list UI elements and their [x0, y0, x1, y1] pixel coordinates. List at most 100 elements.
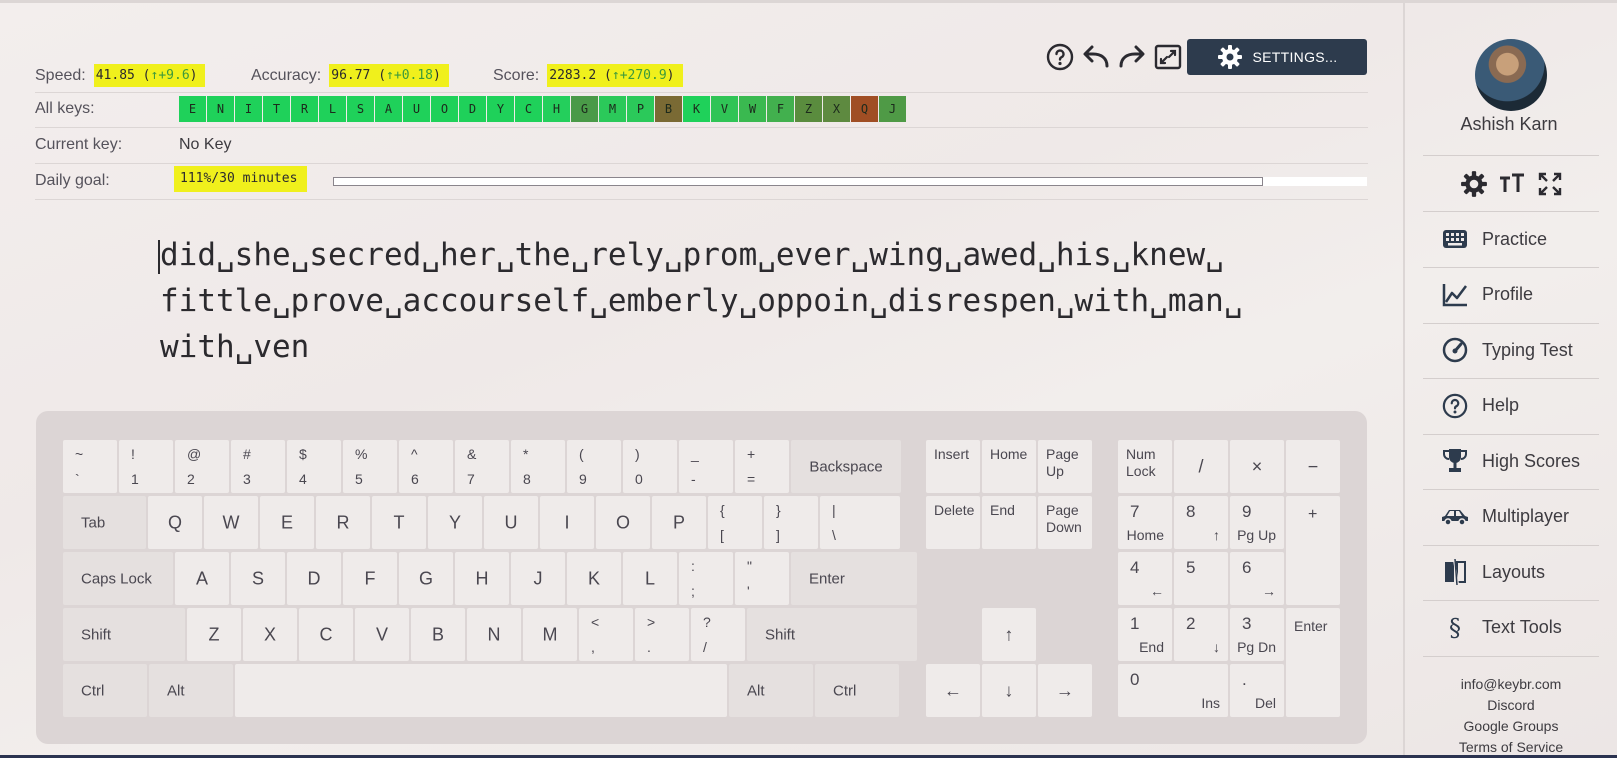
google-groups-link[interactable]: Google Groups [1423, 718, 1599, 734]
key-j[interactable]: J [511, 552, 565, 605]
key-p[interactable]: P [652, 496, 706, 549]
key-h[interactable]: H [455, 552, 509, 605]
sidebar-item-profile[interactable]: Profile [1440, 280, 1533, 310]
numpad-minus-key[interactable]: − [1286, 440, 1340, 493]
avatar[interactable] [1475, 39, 1547, 111]
key-e[interactable]: E [260, 496, 314, 549]
key-a[interactable]: A [175, 552, 229, 605]
expand-icon[interactable] [1534, 168, 1566, 200]
left-alt-key[interactable]: Alt [149, 664, 233, 717]
numpad-n3-key[interactable]: 3 Pg Dn [1230, 608, 1284, 661]
key-i[interactable]: I [540, 496, 594, 549]
sidebar-item-high-scores[interactable]: High Scores [1440, 446, 1580, 476]
end-key[interactable]: End [982, 496, 1036, 549]
key-row1-9[interactable]: (9 [567, 440, 621, 493]
numpad-n8-key[interactable]: 8 ↑ [1174, 496, 1228, 549]
key-row1-7[interactable]: & 7 [455, 440, 509, 493]
key-row4-sym-1[interactable]: >. [635, 608, 689, 661]
sidebar-item-text-tools[interactable]: § Text Tools [1440, 613, 1562, 643]
key-row2-sym-2[interactable]: | \ [820, 496, 900, 549]
sidebar-item-layouts[interactable]: Layouts [1440, 557, 1545, 587]
key-row1-11[interactable]: _ - [679, 440, 733, 493]
page-up-key[interactable]: Page Up [1038, 440, 1092, 493]
right-shift-key[interactable]: Shift [747, 608, 917, 661]
caps-lock-key[interactable]: Caps Lock [63, 552, 173, 605]
key-y[interactable]: Y [428, 496, 482, 549]
key-row1-4[interactable]: $4 [287, 440, 341, 493]
sidebar-item-practice[interactable]: Practice [1440, 224, 1547, 254]
key-row1-12[interactable]: + = [735, 440, 789, 493]
page-down-key[interactable]: Page Down [1038, 496, 1092, 549]
key-row3-sym-0[interactable]: :; [679, 552, 733, 605]
discord-link[interactable]: Discord [1423, 697, 1599, 713]
key-row1-1[interactable]: ! 1 [119, 440, 173, 493]
key-row1-2[interactable]: @2 [175, 440, 229, 493]
up-arrow-key[interactable]: ↑ [982, 608, 1036, 661]
key-o[interactable]: O [596, 496, 650, 549]
numpad-n9-key[interactable]: 9 Pg Up [1230, 496, 1284, 549]
key-row1-10[interactable]: ) 0 [623, 440, 677, 493]
username[interactable]: Ashish Karn [1421, 114, 1597, 135]
numpad-0-key[interactable]: 0 Ins [1118, 664, 1228, 717]
left-arrow-key[interactable]: ← [926, 664, 980, 717]
key-s[interactable]: S [231, 552, 285, 605]
key-d[interactable]: D [287, 552, 341, 605]
down-arrow-key[interactable]: ↓ [982, 664, 1036, 717]
right-arrow-key[interactable]: → [1038, 664, 1092, 717]
key-row4-sym-0[interactable]: <, [579, 608, 633, 661]
key-l[interactable]: L [623, 552, 677, 605]
terms-link[interactable]: Terms of Service [1423, 739, 1599, 755]
fullscreen-icon[interactable] [1153, 42, 1183, 72]
redo-icon[interactable] [1117, 42, 1147, 72]
numpad-n2-key[interactable]: 2 ↓ [1174, 608, 1228, 661]
sidebar-item-typing-test[interactable]: Typing Test [1440, 335, 1573, 365]
key-v[interactable]: V [355, 608, 409, 661]
key-b[interactable]: B [411, 608, 465, 661]
sidebar-item-help[interactable]: Help [1440, 391, 1519, 421]
right-ctrl-key[interactable]: Ctrl [815, 664, 899, 717]
enter-key[interactable]: Enter [791, 552, 917, 605]
key-row1-6[interactable]: ^ 6 [399, 440, 453, 493]
numpad-n5-key[interactable]: 5 [1174, 552, 1228, 605]
num-lock-key[interactable]: Num Lock [1118, 440, 1172, 493]
undo-icon[interactable] [1081, 42, 1111, 72]
key-r[interactable]: R [316, 496, 370, 549]
key-row2-sym-0[interactable]: {[ [708, 496, 762, 549]
key-m[interactable]: M [523, 608, 577, 661]
key-z[interactable]: Z [187, 608, 241, 661]
email-link[interactable]: info@keybr.com [1423, 676, 1599, 692]
key-row1-0[interactable]: ~ ` [63, 440, 117, 493]
key-row4-sym-2[interactable]: ? / [691, 608, 745, 661]
space-key[interactable] [235, 664, 727, 717]
numpad-plus-key[interactable]: + [1286, 496, 1340, 605]
backspace-key[interactable]: Backspace [791, 440, 901, 493]
numpad-n7-key[interactable]: 7 Home [1118, 496, 1172, 549]
insert-key[interactable]: Insert [926, 440, 980, 493]
numpad-dot-key[interactable]: . Del [1230, 664, 1284, 717]
numpad-n1-key[interactable]: 1 End [1118, 608, 1172, 661]
numpad-n6-key[interactable]: 6 → [1230, 552, 1284, 605]
tab-key[interactable]: Tab [63, 496, 146, 549]
key-k[interactable]: K [567, 552, 621, 605]
right-alt-key[interactable]: Alt [729, 664, 813, 717]
font-size-icon[interactable] [1496, 168, 1528, 200]
key-w[interactable]: W [204, 496, 258, 549]
left-shift-key[interactable]: Shift [63, 608, 185, 661]
numpad-times-key[interactable]: × [1230, 440, 1284, 493]
key-row1-8[interactable]: * 8 [511, 440, 565, 493]
sidebar-item-multiplayer[interactable]: Multiplayer [1440, 502, 1569, 532]
delete-key[interactable]: Delete [926, 496, 980, 549]
numpad-slash-key[interactable]: / [1174, 440, 1228, 493]
help-circle-icon[interactable] [1045, 42, 1075, 72]
key-row1-5[interactable]: % 5 [343, 440, 397, 493]
key-x[interactable]: X [243, 608, 297, 661]
gear-icon[interactable] [1458, 168, 1490, 200]
left-ctrl-key[interactable]: Ctrl [63, 664, 147, 717]
key-t[interactable]: T [372, 496, 426, 549]
key-q[interactable]: Q [148, 496, 202, 549]
numpad-n4-key[interactable]: 4 ← [1118, 552, 1172, 605]
numpad-enter-key[interactable]: Enter [1286, 608, 1340, 717]
settings-button[interactable]: SETTINGS... [1187, 39, 1367, 75]
key-row1-3[interactable]: #3 [231, 440, 285, 493]
key-row3-sym-1[interactable]: " ' [735, 552, 789, 605]
